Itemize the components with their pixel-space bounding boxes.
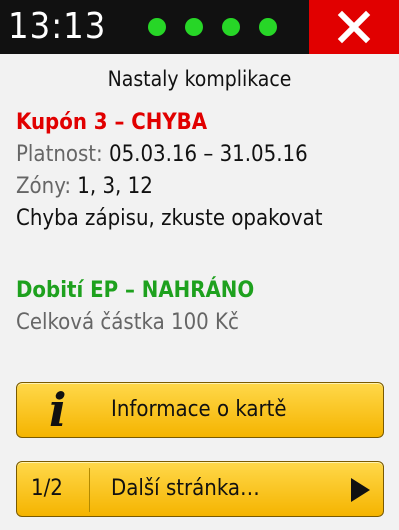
topup-amount: Celková částka 100 Kč <box>16 310 239 335</box>
info-icon: i <box>49 383 67 437</box>
card-info-button[interactable]: i Informace o kartě <box>16 382 384 438</box>
play-arrow-icon <box>351 478 370 502</box>
clock: 13:13 <box>8 6 107 47</box>
coupon-validity: Platnost: 05.03.16 – 31.05.16 <box>16 140 308 170</box>
error-message: Chyba zápisu, zkuste opakovat <box>16 206 323 231</box>
progress-dots <box>148 18 277 36</box>
page-title: Nastaly komplikace <box>107 67 292 91</box>
validity-label: Platnost: <box>16 142 103 167</box>
next-page-label: Další stránka… <box>111 476 260 501</box>
card-info-label: Informace o kartě <box>111 397 287 422</box>
button-divider <box>89 468 90 512</box>
main-content: Nastaly komplikace <box>0 54 399 94</box>
coupon-heading: Kupón 3 – CHYBA <box>16 110 208 135</box>
progress-dot <box>185 18 203 36</box>
validity-value: 05.03.16 – 31.05.16 <box>102 142 308 167</box>
topup-heading: Dobití EP – NAHRÁNO <box>16 278 255 303</box>
status-bar: 13:13 <box>0 0 399 54</box>
page-indicator: 1/2 <box>31 476 63 501</box>
coupon-zones: Zóny: 1, 3, 12 <box>16 172 153 202</box>
progress-dot <box>259 18 277 36</box>
close-button[interactable] <box>309 0 399 54</box>
zones-label: Zóny: <box>16 174 71 199</box>
progress-dot <box>222 18 240 36</box>
close-icon <box>337 10 371 44</box>
zones-value: 1, 3, 12 <box>71 174 153 199</box>
next-page-button[interactable]: 1/2 Další stránka… <box>16 461 384 517</box>
progress-dot <box>148 18 166 36</box>
